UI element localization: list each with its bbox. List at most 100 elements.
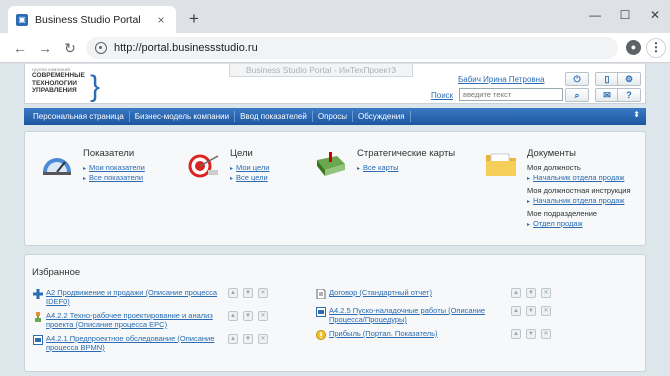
url-text: http://portal.businessstudio.ru (114, 42, 258, 54)
nav-discussions[interactable]: Обсуждения (353, 111, 411, 122)
browser-menu-icon[interactable]: ⋮ (646, 38, 666, 58)
logo-line: УПРАВЛЕНИЯ (32, 87, 77, 94)
company-logo: группа компаний СОВРЕМЕННЫЕ ТЕХНОЛОГИИ У… (32, 67, 100, 102)
help-button[interactable]: ? (617, 88, 641, 102)
favorite-link[interactable]: Прибыль (Портал. Показатель) (329, 329, 519, 338)
nav-surveys[interactable]: Опросы (313, 111, 354, 122)
remove-icon[interactable]: ✕ (258, 334, 268, 344)
site-header: группа компаний СОВРЕМЕННЫЕ ТЕХНОЛОГИИ У… (24, 64, 646, 104)
remove-icon[interactable]: ✕ (541, 288, 551, 298)
documents-title: Документы (527, 148, 576, 159)
nav-business-model[interactable]: Бизнес-модель компании (130, 111, 236, 122)
collapse-icon[interactable]: ⬍ (633, 110, 640, 119)
address-bar[interactable]: http://portal.businessstudio.ru (86, 37, 618, 59)
move-up-icon[interactable]: ▲ (511, 329, 521, 339)
main-navbar: Персональная страница Бизнес-модель комп… (24, 108, 646, 125)
user-name-link[interactable]: Бабич Ирина Петровна (458, 75, 545, 84)
job-instruction-label: Моя должностная инструкция (527, 186, 631, 195)
speedometer-icon (43, 158, 71, 175)
favorite-link[interactable]: А4.2.5 Пуско-наладочные работы (Описание… (329, 306, 519, 324)
my-department-link[interactable]: Отдел продаж (527, 219, 583, 228)
move-down-icon[interactable]: ▼ (243, 334, 253, 344)
indicators-title: Показатели (83, 148, 135, 159)
new-tab-button[interactable]: + (184, 9, 204, 29)
move-up-icon[interactable]: ▲ (511, 288, 521, 298)
process-idef0-icon (33, 289, 43, 299)
move-up-icon[interactable]: ▲ (228, 311, 238, 321)
remove-icon[interactable]: ✕ (541, 329, 551, 339)
favorite-actions: ▲ ▼ ✕ (511, 306, 551, 316)
favorites-title: Избранное (32, 267, 81, 278)
move-down-icon[interactable]: ▼ (526, 288, 536, 298)
forward-arrow-icon[interactable]: → (35, 38, 55, 58)
strategic-maps-title: Стратегические карты (357, 148, 456, 159)
search-button[interactable]: ⌕ (565, 88, 589, 102)
all-indicators-link[interactable]: Все показатели (83, 173, 143, 182)
remove-icon[interactable]: ✕ (258, 311, 268, 321)
my-indicators-link[interactable]: Мои показатели (83, 163, 145, 172)
move-down-icon[interactable]: ▼ (243, 311, 253, 321)
back-arrow-icon[interactable]: ← (10, 38, 30, 58)
nav-indicator-input[interactable]: Ввод показателей (235, 111, 313, 122)
quick-access-panel: Показатели Мои показатели Все показатели… (24, 131, 646, 246)
favorite-link[interactable]: А4.2.2 Техно-рабочее проектирование и ан… (46, 311, 236, 329)
logo-brace-icon: } (90, 70, 101, 103)
my-goals-link[interactable]: Мои цели (230, 163, 269, 172)
my-position-link[interactable]: Начальник отдела продаж (527, 173, 624, 182)
map-icon (317, 152, 345, 176)
favicon-icon: ▣ (16, 13, 28, 26)
my-department-label: Мое подразделение (527, 209, 598, 218)
tab-title: Business Studio Portal (35, 13, 141, 26)
my-position-label: Моя должность (527, 163, 581, 172)
favorite-actions: ▲ ▼ ✕ (228, 334, 268, 344)
minimize-button[interactable]: — (580, 4, 610, 26)
logout-button[interactable]: ⏻ (565, 72, 589, 86)
profile-icon[interactable]: ● (626, 40, 641, 55)
reload-icon[interactable]: ↻ (60, 38, 80, 58)
logo-line: ТЕХНОЛОГИИ (32, 79, 77, 87)
move-down-icon[interactable]: ▼ (526, 306, 536, 316)
favorite-actions: ▲ ▼ ✕ (511, 288, 551, 298)
site-title: Business Studio Portal - ИнТехПроект3 (229, 64, 413, 77)
move-down-icon[interactable]: ▼ (243, 288, 253, 298)
browser-tab[interactable]: ▣ Business Studio Portal × (8, 6, 176, 33)
job-instruction-link[interactable]: Начальник отдела продаж (527, 196, 624, 205)
nav-personal-page[interactable]: Персональная страница (28, 111, 130, 122)
favorites-panel: Избранное А2 Продвижение и продажи (Опис… (24, 254, 646, 372)
favorite-actions: ▲ ▼ ✕ (511, 329, 551, 339)
move-down-icon[interactable]: ▼ (526, 329, 536, 339)
process-procedure-icon (316, 307, 326, 317)
favorite-link[interactable]: А2 Продвижение и продажи (Описание проце… (46, 288, 236, 306)
browser-tabstrip: ▣ Business Studio Portal × + — ☐ ✕ (0, 0, 670, 33)
page-viewport: группа компаний СОВРЕМЕННЫЕ ТЕХНОЛОГИИ У… (0, 64, 670, 376)
favorite-link[interactable]: Договор (Стандартный отчет) (329, 288, 519, 297)
process-epc-icon (35, 312, 41, 322)
move-up-icon[interactable]: ▲ (228, 334, 238, 344)
indicator-icon (316, 330, 326, 340)
favorite-actions: ▲ ▼ ✕ (228, 288, 268, 298)
folder-icon (486, 153, 516, 176)
favorite-link[interactable]: А4.2.1 Предпроектное обследование (Описа… (46, 334, 236, 352)
mail-button[interactable]: ✉ (595, 88, 619, 102)
window-close-button[interactable]: ✕ (640, 4, 670, 26)
remove-icon[interactable]: ✕ (258, 288, 268, 298)
search-label[interactable]: Поиск (431, 91, 453, 100)
search-input[interactable] (459, 88, 563, 101)
info-icon[interactable] (95, 42, 107, 54)
logo-line: СОВРЕМЕННЫЕ (32, 72, 85, 79)
goals-title: Цели (230, 148, 253, 159)
move-up-icon[interactable]: ▲ (228, 288, 238, 298)
all-goals-link[interactable]: Все цели (230, 173, 268, 182)
process-bpmn-icon (33, 335, 43, 345)
target-icon (188, 154, 219, 178)
favorite-actions: ▲ ▼ ✕ (228, 311, 268, 321)
move-up-icon[interactable]: ▲ (511, 306, 521, 316)
close-tab-icon[interactable]: × (154, 13, 168, 27)
document-report-icon (316, 289, 326, 299)
maximize-button[interactable]: ☐ (610, 4, 640, 26)
remove-icon[interactable]: ✕ (541, 306, 551, 316)
browser-toolbar: ← → ↻ http://portal.businessstudio.ru ● … (0, 33, 670, 63)
mobile-button[interactable]: ▯ (595, 72, 619, 86)
all-maps-link[interactable]: Все карты (357, 163, 398, 172)
settings-button[interactable]: ⚙ (617, 72, 641, 86)
